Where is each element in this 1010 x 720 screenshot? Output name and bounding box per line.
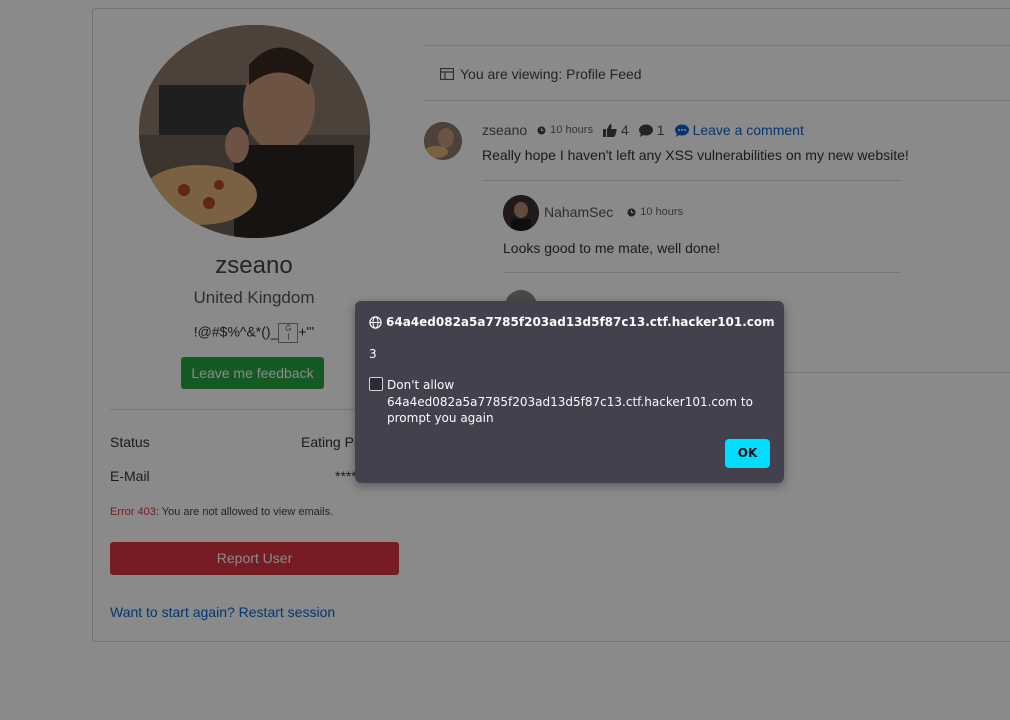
globe-icon [369, 315, 382, 329]
page: zseano United Kingdom !@#$%^&*()_ Ğ İ +"' L… [0, 0, 1010, 720]
dialog-origin: 64a4ed082a5a7785f203ad13d5f87c13.ctf.hac… [386, 315, 775, 329]
dont-allow-label[interactable]: Don't allow 64a4ed082a5a7785f203ad13d5f8… [387, 377, 772, 427]
dialog-message: 3 [369, 347, 377, 361]
dialog-title: 64a4ed082a5a7785f203ad13d5f87c13.ctf.hac… [369, 315, 775, 329]
dont-allow-checkbox[interactable] [369, 377, 383, 391]
ok-button[interactable]: OK [725, 439, 770, 468]
prompt-dialog: 64a4ed082a5a7785f203ad13d5f87c13.ctf.hac… [355, 301, 784, 483]
